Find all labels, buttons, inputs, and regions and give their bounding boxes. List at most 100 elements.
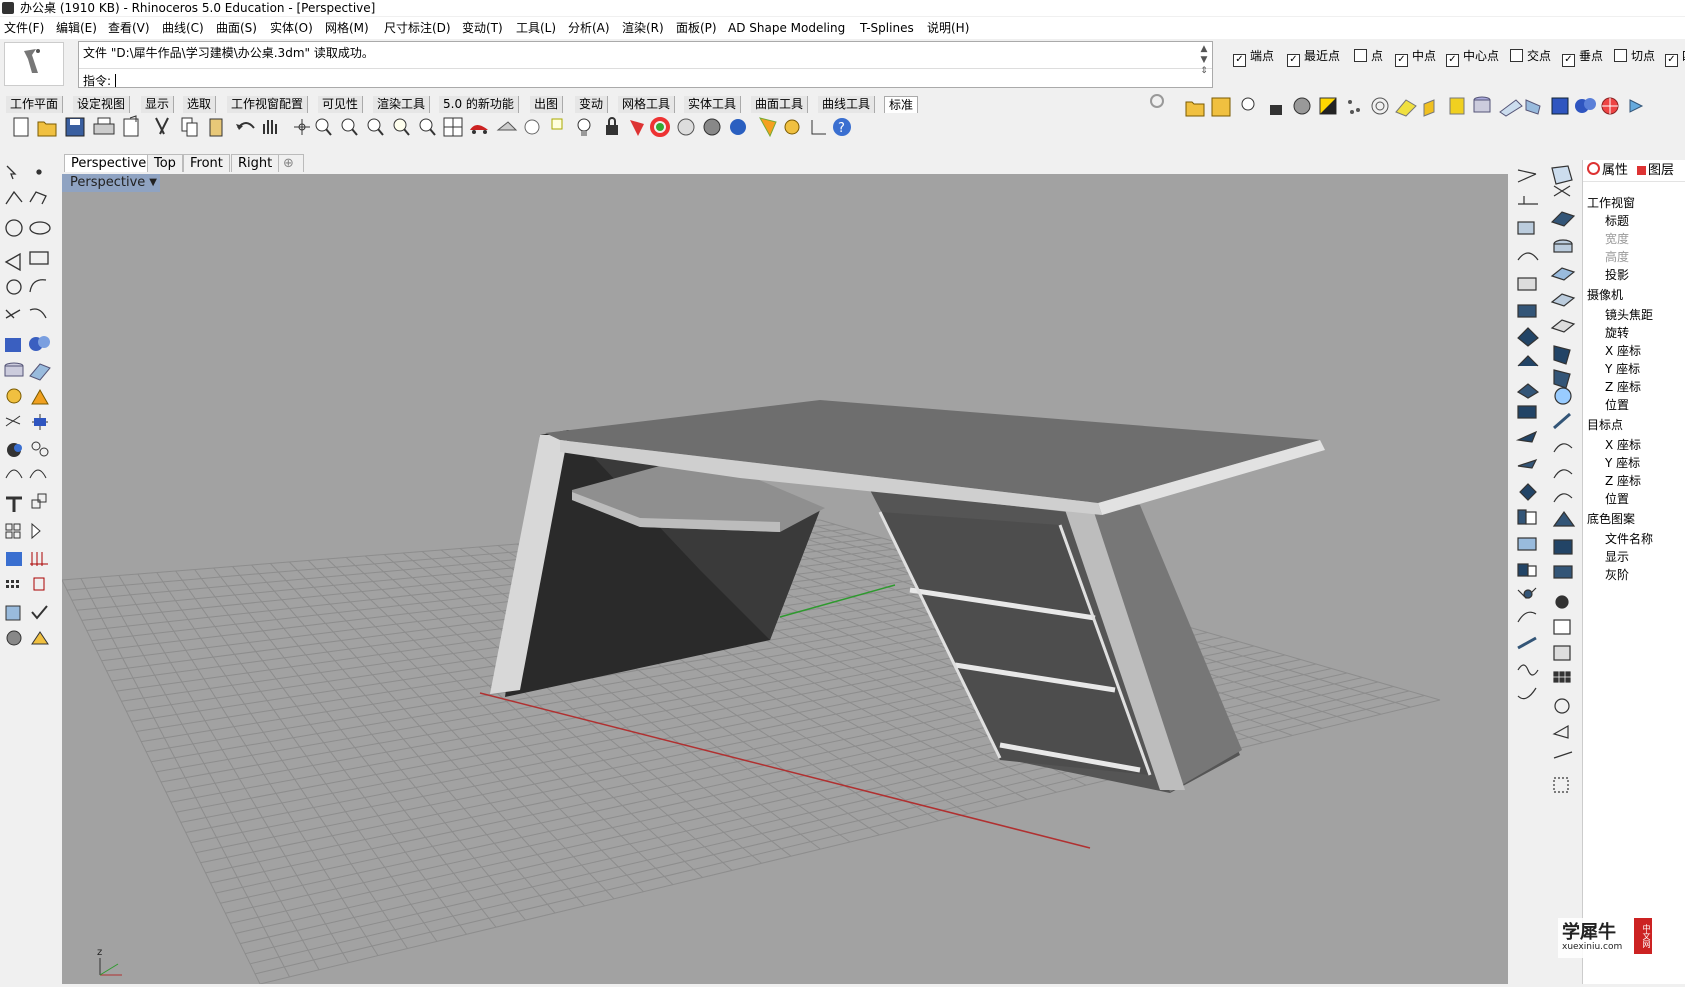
command-input[interactable] [114, 74, 916, 87]
osnap-mid[interactable]: ✓ 中点 [1395, 47, 1436, 67]
menu-edit[interactable]: 编辑(E) [56, 20, 97, 36]
command-scrollbar[interactable]: ▲ ▼ ⇕ [1198, 44, 1210, 86]
prop-target-z[interactable]: Z 座标 [1605, 472, 1641, 489]
right-top-toolbar-icons [1185, 96, 1644, 117]
osnap-quad[interactable]: ✓四 [1665, 47, 1685, 67]
view-icon-11 [1515, 430, 1538, 443]
osnap-tangent[interactable]: 切点 [1614, 47, 1655, 64]
prop-camera-y[interactable]: Y 座标 [1605, 360, 1640, 377]
prop-grayscale[interactable]: 灰阶 [1605, 566, 1629, 583]
prop-rotation[interactable]: 旋转 [1605, 324, 1629, 341]
tab-mesh-tools[interactable]: 网格工具 [618, 96, 676, 113]
tab-top[interactable]: Top [147, 154, 183, 172]
prop-target-location[interactable]: 位置 [1605, 490, 1629, 507]
checkbox-icon[interactable]: ✓ [1233, 54, 1246, 67]
perspective-viewport[interactable]: z [62, 174, 1508, 984]
tab-right[interactable]: Right [231, 154, 280, 172]
solid-box-icon [5, 338, 21, 352]
menu-help[interactable]: 说明(H) [927, 20, 969, 36]
checkbox-icon[interactable] [1614, 49, 1627, 62]
tab-properties[interactable]: 属性 [1587, 162, 1628, 180]
menu-ad-shape-modeling[interactable]: AD Shape Modeling [728, 20, 845, 36]
add-viewport-tab-icon[interactable]: ⊕ [278, 154, 304, 172]
menu-surface[interactable]: 曲面(S) [216, 20, 257, 36]
section-wallpaper: 底色图案 [1587, 512, 1636, 526]
tab-curve-tools[interactable]: 曲线工具 [818, 96, 876, 113]
menu-solid[interactable]: 实体(O) [270, 20, 313, 36]
tab-set-view[interactable]: 设定视图 [73, 96, 131, 113]
menu-file[interactable]: 文件(F) [4, 20, 44, 36]
checkbox-icon[interactable] [1354, 49, 1367, 62]
tab-transform[interactable]: 变动 [575, 96, 609, 113]
import-icon [123, 115, 139, 137]
viewport-title[interactable]: Perspective ▼ [62, 174, 160, 192]
select-icon [524, 119, 540, 135]
tab-display[interactable]: 显示 [141, 96, 175, 113]
prop-camera-location[interactable]: 位置 [1605, 396, 1629, 413]
tab-layers[interactable]: 图层 [1637, 162, 1674, 180]
osnap-point[interactable]: 点 [1354, 47, 1383, 64]
tab-standard[interactable]: 标准 [884, 96, 919, 113]
right-toolbar-2 [1546, 160, 1582, 984]
osnap-intersection-label: 交点 [1527, 49, 1552, 63]
prop-camera-z[interactable]: Z 座标 [1605, 378, 1641, 395]
menu-curve[interactable]: 曲线(C) [162, 20, 204, 36]
osnap-mid-label: 中点 [1412, 49, 1437, 63]
prop-title[interactable]: 标题 [1605, 212, 1629, 229]
menu-t-splines[interactable]: T-Splines [860, 20, 914, 36]
section-camera: 摄像机 [1587, 288, 1624, 302]
viewport-menu-arrow-icon[interactable]: ▼ [149, 174, 157, 192]
checkbox-icon[interactable] [1510, 49, 1523, 62]
app-icon [2, 2, 14, 14]
checkbox-icon[interactable]: ✓ [1287, 54, 1300, 67]
osnap-intersection[interactable]: 交点 [1510, 47, 1551, 64]
tool-icon-17 [1553, 565, 1573, 579]
surface-icon [1395, 99, 1417, 117]
menu-panels[interactable]: 面板(P) [676, 20, 717, 36]
prop-lens[interactable]: 镜头焦距 [1605, 306, 1653, 323]
trim-icon [5, 415, 21, 427]
menu-render[interactable]: 渲染(R) [622, 20, 664, 36]
checkbox-icon[interactable]: ✓ [1665, 54, 1678, 67]
menu-analyze[interactable]: 分析(A) [568, 20, 610, 36]
checkbox-icon[interactable]: ✓ [1562, 54, 1575, 67]
tab-viewport-layout[interactable]: 工作视窗配置 [227, 96, 309, 113]
tab-visibility[interactable]: 可见性 [318, 96, 364, 113]
tab-cplane[interactable]: 工作平面 [6, 96, 64, 113]
tab-render-tools[interactable]: 渲染工具 [373, 96, 431, 113]
tab-front[interactable]: Front [183, 154, 230, 172]
watermark-logo: 学犀牛 xuexiniu.com 中文网 [1558, 918, 1658, 958]
tab-drafting[interactable]: 出图 [530, 96, 564, 113]
properties-panel: 属性 图层 工作视窗 标题 宽度 高度 投影 摄像机 镜头焦距 旋转 X 座标 … [1582, 160, 1685, 984]
prop-camera-x[interactable]: X 座标 [1605, 342, 1641, 359]
osnap-bar: ✓ 端点 ✓ 最近点 点 ✓ 中点 ✓ 中心点 交点 ✓ 垂点 切点 ✓四 [1227, 41, 1685, 71]
prop-width: 宽度 [1605, 232, 1630, 246]
menu-tools[interactable]: 工具(L) [516, 20, 556, 36]
menu-mesh[interactable]: 网格(M) [325, 20, 369, 36]
tab-select[interactable]: 选取 [183, 96, 217, 113]
prop-target-y[interactable]: Y 座标 [1605, 454, 1640, 471]
menu-dimension[interactable]: 尺寸标注(D) [384, 20, 451, 36]
checkbox-icon[interactable]: ✓ [1446, 54, 1459, 67]
prop-target-x[interactable]: X 座标 [1605, 436, 1641, 453]
blend-icon [29, 308, 47, 319]
command-icon[interactable] [4, 42, 64, 86]
osnap-center[interactable]: ✓ 中心点 [1446, 47, 1499, 67]
checkbox-icon[interactable]: ✓ [1395, 54, 1408, 67]
lock-icon [606, 117, 618, 135]
tab-new-in-v5[interactable]: 5.0 的新功能 [439, 96, 519, 113]
osnap-end[interactable]: ✓ 端点 [1233, 47, 1274, 67]
menu-view[interactable]: 查看(V) [108, 20, 150, 36]
menu-transform[interactable]: 变动(T) [462, 20, 503, 36]
prop-filename[interactable]: 文件名称 [1605, 530, 1653, 547]
gear-icon[interactable] [1150, 94, 1164, 108]
tab-solid-tools[interactable]: 实体工具 [684, 96, 742, 113]
osnap-perp[interactable]: ✓ 垂点 [1562, 47, 1603, 67]
osnap-near[interactable]: ✓ 最近点 [1287, 47, 1340, 67]
prop-projection[interactable]: 投影 [1605, 266, 1629, 283]
tab-perspective[interactable]: Perspective [64, 154, 154, 172]
svg-text:?: ? [838, 121, 845, 136]
prop-show[interactable]: 显示 [1605, 548, 1629, 565]
right-toolbar-1 [1510, 160, 1546, 984]
tab-surface-tools[interactable]: 曲面工具 [751, 96, 809, 113]
